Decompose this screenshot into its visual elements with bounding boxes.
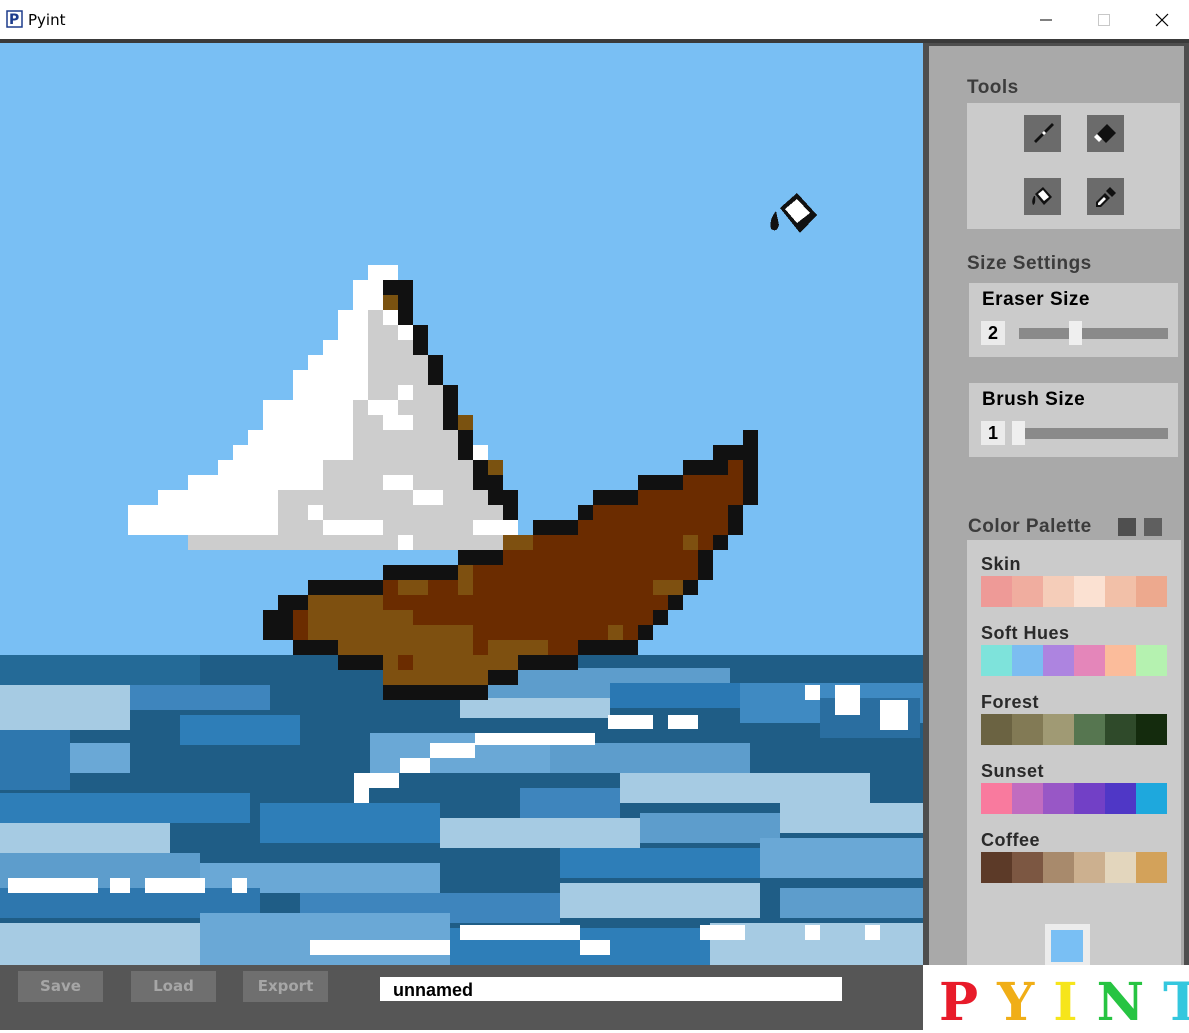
eraser-size-label: Eraser Size: [982, 289, 1090, 310]
color-swatch[interactable]: [1136, 852, 1167, 883]
sidebar: Tools Size Settings Eraser Size 2 Brush …: [923, 43, 1189, 969]
minimize-icon: [1040, 19, 1052, 20]
color-swatch[interactable]: [1074, 852, 1105, 883]
size-settings-title: Size Settings: [967, 253, 1092, 274]
brush-tool-button[interactable]: [1024, 115, 1061, 152]
fill-tool-button[interactable]: [1024, 178, 1061, 215]
brush-size-slider[interactable]: [1019, 428, 1168, 439]
sea: [0, 655, 923, 965]
logo-area: PYINT: [923, 965, 1189, 1031]
palette-group-label: Skin: [981, 554, 1022, 574]
palette-row-forest: [981, 714, 1168, 745]
eraser-icon: [1093, 123, 1116, 143]
export-button[interactable]: Export: [243, 971, 328, 1002]
color-swatch[interactable]: [1074, 714, 1105, 745]
color-swatch[interactable]: [981, 714, 1012, 745]
brush-size-value: 1: [981, 421, 1005, 445]
color-swatch[interactable]: [1012, 714, 1043, 745]
palette-row-sunset: [981, 783, 1168, 814]
color-swatch[interactable]: [1136, 714, 1167, 745]
color-swatch[interactable]: [1043, 852, 1074, 883]
tools-panel: [967, 103, 1180, 229]
color-swatch[interactable]: [1105, 783, 1136, 814]
close-button[interactable]: [1133, 0, 1189, 39]
eraser-tool-button[interactable]: [1087, 115, 1124, 152]
color-swatch[interactable]: [1012, 783, 1043, 814]
eraser-size-panel: Eraser Size 2: [969, 283, 1178, 357]
color-swatch[interactable]: [1012, 576, 1043, 607]
color-swatch[interactable]: [1136, 783, 1167, 814]
color-swatch[interactable]: [1074, 783, 1105, 814]
palette-group-label: Sunset: [981, 761, 1045, 781]
close-icon: [1155, 13, 1169, 26]
color-swatch[interactable]: [1043, 645, 1074, 676]
logo-letter: N: [1096, 972, 1164, 1033]
color-swatch[interactable]: [1012, 645, 1043, 676]
color-palette-panel: Skin Soft Hues Forest Sunset Coffee: [967, 540, 1181, 966]
palette-next-button[interactable]: [1144, 518, 1162, 536]
maximize-button[interactable]: [1075, 0, 1133, 39]
brush-size-panel: Brush Size 1: [969, 383, 1178, 457]
minimize-button[interactable]: [1017, 0, 1075, 39]
color-swatch[interactable]: [1105, 645, 1136, 676]
color-swatch[interactable]: [1074, 576, 1105, 607]
color-swatch[interactable]: [1043, 783, 1074, 814]
color-swatch[interactable]: [1136, 576, 1167, 607]
color-swatch[interactable]: [981, 852, 1012, 883]
logo-letter: Y: [997, 972, 1054, 1033]
current-color-swatch: [1051, 930, 1083, 962]
eraser-size-value: 2: [981, 321, 1005, 345]
palette-prev-button[interactable]: [1118, 518, 1136, 536]
brush-slider-knob[interactable]: [1012, 421, 1025, 445]
color-swatch[interactable]: [1105, 576, 1136, 607]
window-title: Pyint: [28, 11, 66, 29]
eraser-slider-knob[interactable]: [1069, 321, 1082, 345]
maximize-icon: [1098, 13, 1110, 26]
tools-title: Tools: [967, 77, 1019, 98]
pyint-logo: PYINT: [939, 975, 1189, 1031]
palette-group-label: Soft Hues: [981, 623, 1070, 643]
color-swatch[interactable]: [981, 645, 1012, 676]
color-palette-title: Color Palette: [968, 516, 1092, 537]
pixel-art: [0, 193, 923, 965]
eraser-size-slider[interactable]: [1019, 328, 1168, 339]
eyedropper-icon: [1095, 186, 1116, 207]
brush-size-label: Brush Size: [982, 389, 1086, 410]
eyedropper-tool-button[interactable]: [1087, 178, 1124, 215]
current-color-indicator: [1045, 924, 1090, 969]
load-button[interactable]: Load: [131, 971, 216, 1002]
svg-text:P: P: [9, 12, 19, 28]
color-swatch[interactable]: [1043, 714, 1074, 745]
color-swatch[interactable]: [981, 783, 1012, 814]
palette-row-skin: [981, 576, 1168, 607]
palette-row-coffee: [981, 852, 1168, 883]
color-swatch[interactable]: [981, 576, 1012, 607]
palette-group-label: Forest: [981, 692, 1040, 712]
brush-icon: [1033, 122, 1054, 143]
sail: [128, 265, 518, 550]
fill-bucket-icon: [1031, 186, 1052, 205]
color-swatch[interactable]: [1074, 645, 1105, 676]
color-swatch[interactable]: [1136, 645, 1167, 676]
logo-letter: I: [1053, 972, 1097, 1033]
fill-cursor-icon: [770, 193, 817, 233]
pyint-app-icon: P: [6, 10, 23, 28]
logo-letter: T: [1163, 975, 1189, 1031]
logo-letter: P: [939, 972, 998, 1033]
bottom-toolbar: Save Load Export unnamed: [0, 965, 923, 1030]
title-bar: P Pyint: [0, 0, 1189, 40]
palette-row-soft-hues: [981, 645, 1168, 676]
save-button[interactable]: Save: [18, 971, 103, 1002]
drawing-canvas[interactable]: [0, 43, 923, 965]
sidebar-panel: Tools Size Settings Eraser Size 2 Brush …: [929, 46, 1184, 969]
color-swatch[interactable]: [1105, 714, 1136, 745]
color-swatch[interactable]: [1043, 576, 1074, 607]
color-swatch[interactable]: [1105, 852, 1136, 883]
color-swatch[interactable]: [1012, 852, 1043, 883]
filename-input[interactable]: unnamed: [380, 977, 842, 1001]
palette-group-label: Coffee: [981, 830, 1041, 850]
